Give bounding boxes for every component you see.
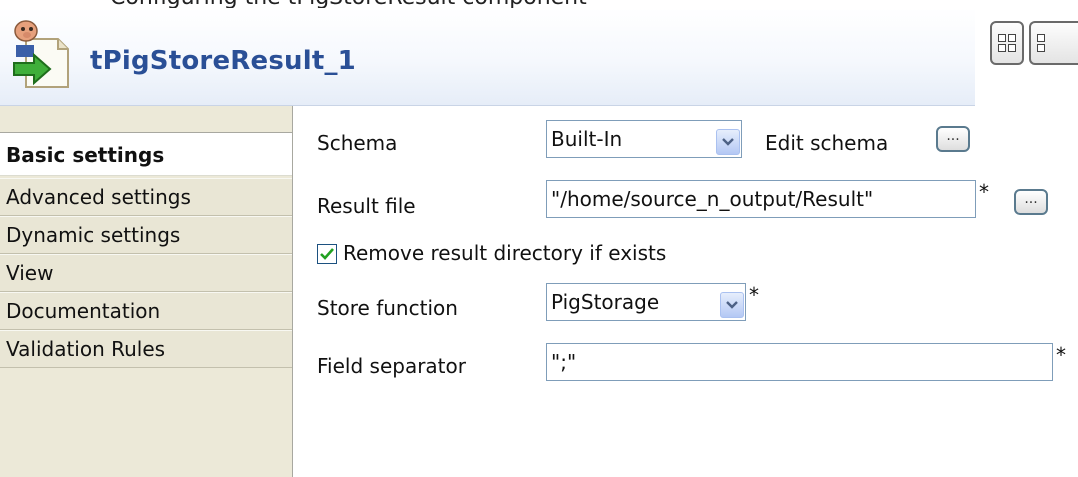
grid-view-icon	[998, 34, 1016, 52]
field-separator-label: Field separator	[317, 354, 466, 378]
tab-validation-rules[interactable]: Validation Rules	[0, 330, 292, 368]
schema-label: Schema	[317, 131, 398, 155]
grid-view-toggle-button[interactable]	[990, 21, 1024, 65]
edit-schema-button[interactable]: ...	[936, 126, 970, 152]
store-function-label: Store function	[317, 296, 458, 320]
tab-basic-settings[interactable]: Basic settings	[0, 132, 292, 176]
checkmark-icon	[320, 248, 334, 260]
grid-view-icon	[1037, 34, 1045, 52]
schema-select-value: Built-In	[551, 127, 623, 151]
field-separator-input[interactable]: ";"	[546, 343, 1053, 381]
browse-result-file-button[interactable]: ...	[1014, 189, 1048, 215]
required-marker: *	[979, 180, 989, 204]
list-view-toggle-button[interactable]	[1029, 21, 1078, 65]
store-function-select-value: PigStorage	[551, 290, 660, 314]
remove-directory-checkbox[interactable]	[317, 244, 337, 264]
result-file-label: Result file	[317, 194, 416, 218]
edit-schema-label: Edit schema	[765, 131, 889, 155]
required-marker: *	[749, 283, 759, 307]
tab-advanced-settings[interactable]: Advanced settings	[0, 178, 292, 216]
dropdown-arrow-icon[interactable]	[720, 292, 744, 318]
settings-sidebar: Basic settings Advanced settings Dynamic…	[0, 106, 293, 477]
required-marker: *	[1056, 343, 1066, 367]
tab-view[interactable]: View	[0, 254, 292, 292]
result-file-input[interactable]: "/home/source_n_output/Result"	[546, 180, 976, 218]
schema-select[interactable]: Built-In	[546, 120, 742, 158]
store-function-select[interactable]: PigStorage	[546, 283, 746, 321]
tab-dynamic-settings[interactable]: Dynamic settings	[0, 216, 292, 254]
component-title: tPigStoreResult_1	[90, 46, 356, 76]
remove-directory-label: Remove result directory if exists	[343, 241, 667, 265]
top-caption-text: Configuring the tPigStoreResult componen…	[110, 0, 587, 8]
tab-documentation[interactable]: Documentation	[0, 292, 292, 330]
pig-store-result-icon	[13, 20, 69, 88]
top-caption: Configuring the tPigStoreResult componen…	[0, 0, 1078, 8]
component-header: tPigStoreResult_1	[0, 8, 1078, 106]
dropdown-arrow-icon[interactable]	[716, 129, 740, 155]
